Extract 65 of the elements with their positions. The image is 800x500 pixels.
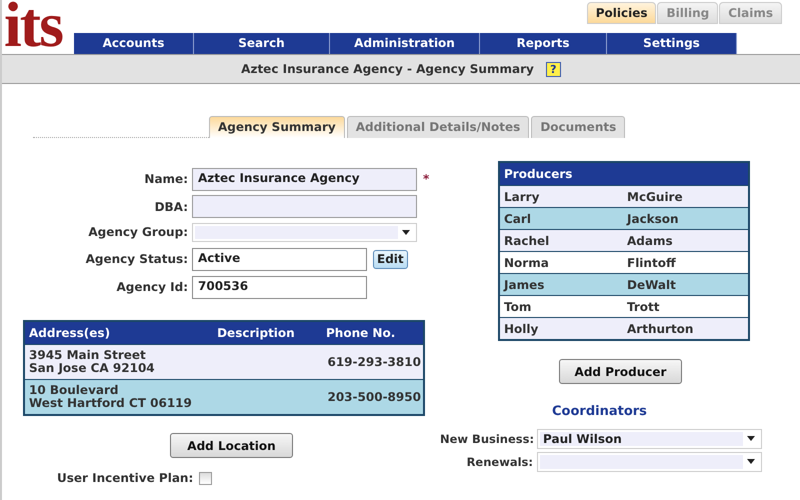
column-header: Phone No. bbox=[326, 326, 396, 340]
checkbox[interactable] bbox=[199, 472, 212, 484]
edit-button[interactable]: Edit bbox=[373, 250, 408, 268]
column-header: Address(es) bbox=[29, 326, 112, 340]
phone-number: 203-500-8950 bbox=[327, 390, 422, 404]
dropdown-caret-icon bbox=[747, 436, 755, 441]
producer-row[interactable]: James DeWalt bbox=[500, 273, 748, 295]
field-label: Agency Status: bbox=[84, 252, 189, 266]
producer-row[interactable]: Carl Jackson bbox=[500, 207, 748, 229]
nav-menu-item[interactable]: Search bbox=[194, 33, 330, 54]
address-row[interactable]: 10 Boulevard West Hartford CT 06119 203-500-8950 bbox=[25, 379, 423, 414]
field-label: New Business: bbox=[440, 432, 536, 446]
required-marker: * bbox=[423, 172, 430, 186]
address-line: West Hartford CT 06119 bbox=[29, 397, 193, 410]
select-field[interactable] bbox=[192, 222, 417, 242]
dropdown-caret-icon bbox=[402, 230, 410, 234]
dropdown-caret-icon bbox=[747, 459, 755, 464]
address-line: 3945 Main Street bbox=[29, 349, 147, 362]
text-field[interactable]: Aztec Insurance Agency bbox=[192, 168, 417, 190]
add-location-button[interactable]: Add Location bbox=[170, 433, 293, 458]
last-name: Flintoff bbox=[627, 256, 677, 270]
last-name: Jackson bbox=[627, 212, 680, 226]
nav-menu-item[interactable]: Accounts bbox=[74, 33, 194, 54]
table-title: Producers bbox=[504, 167, 572, 181]
last-name: DeWalt bbox=[627, 278, 677, 292]
nav-menu-item[interactable]: Administration bbox=[330, 33, 480, 54]
address-row[interactable]: 3945 Main Street San Jose CA 92104 619-293-3810 bbox=[25, 344, 423, 379]
page-title: Aztec Insurance Agency - Agency Summary bbox=[241, 62, 534, 76]
first-name: Rachel bbox=[504, 234, 550, 248]
field-label: Agency Id: bbox=[115, 280, 189, 294]
text-field[interactable]: Active bbox=[192, 248, 367, 270]
last-name: Arthurton bbox=[627, 322, 694, 336]
last-name: Trott bbox=[627, 300, 661, 314]
field-label: DBA: bbox=[154, 200, 189, 214]
producer-row[interactable]: Larry McGuire bbox=[500, 185, 748, 207]
field-label: Renewals: bbox=[466, 454, 534, 468]
select-field[interactable] bbox=[537, 452, 762, 472]
last-name: McGuire bbox=[627, 190, 684, 204]
logo: its bbox=[3, 0, 64, 54]
last-name: Adams bbox=[627, 234, 674, 248]
text-field[interactable] bbox=[192, 195, 417, 218]
field-label: Agency Group: bbox=[87, 225, 189, 239]
address-line: San Jose CA 92104 bbox=[29, 362, 156, 375]
producer-row[interactable]: Holly Arthurton bbox=[500, 317, 748, 339]
add-producer-button[interactable]: Add Producer bbox=[559, 359, 682, 384]
first-name: Holly bbox=[504, 322, 540, 336]
phone-number: 619-293-3810 bbox=[327, 355, 422, 369]
producer-row[interactable]: Rachel Adams bbox=[500, 229, 748, 251]
nav-menu-item[interactable]: Reports bbox=[480, 33, 607, 54]
first-name: James bbox=[504, 278, 546, 292]
select-field[interactable]: Paul Wilson bbox=[537, 428, 762, 448]
tab[interactable]: Agency Summary bbox=[209, 116, 345, 138]
field-label: Name: bbox=[143, 172, 189, 186]
first-name: Larry bbox=[504, 190, 540, 204]
nav-menu-item[interactable]: Settings bbox=[607, 33, 737, 54]
help-icon[interactable]: ? bbox=[546, 62, 561, 76]
first-name: Tom bbox=[504, 300, 532, 314]
column-header: Description bbox=[217, 326, 296, 340]
module-tab[interactable]: Policies bbox=[586, 2, 656, 24]
first-name: Norma bbox=[504, 256, 550, 270]
text-field[interactable]: 700536 bbox=[192, 276, 367, 298]
field-label: User Incentive Plan: bbox=[57, 471, 194, 485]
section-title: Coordinators bbox=[552, 404, 647, 419]
address-line: 10 Boulevard bbox=[29, 384, 120, 397]
first-name: Carl bbox=[504, 212, 532, 226]
